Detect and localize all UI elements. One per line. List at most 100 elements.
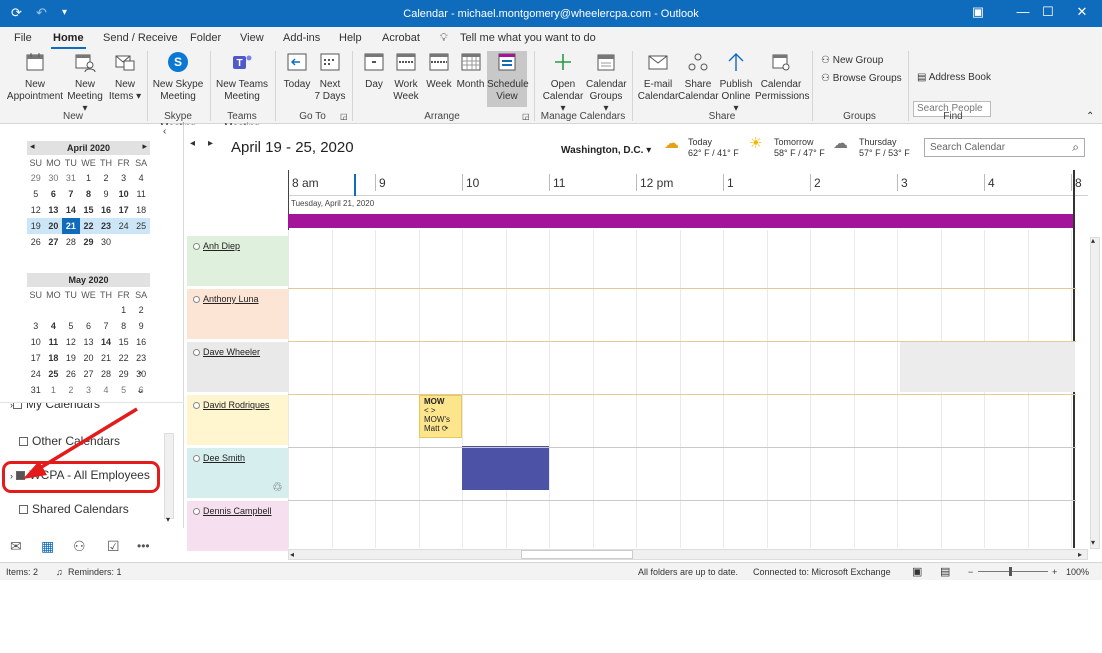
tab-send-receive[interactable]: Send / Receive <box>103 32 178 44</box>
mini-calendar-day[interactable]: 1 <box>80 170 98 186</box>
mini-calendar-day[interactable]: 4 <box>132 170 150 186</box>
mini-calendar-day[interactable]: 27 <box>45 234 63 250</box>
mini-calendar-day[interactable]: 2 <box>97 170 115 186</box>
mini-calendar-day[interactable]: 28 <box>62 234 80 250</box>
collapse-ribbon-icon[interactable]: ⌃ <box>1086 111 1094 122</box>
new-meeting-button[interactable]: New Meeting ▾ <box>66 51 104 115</box>
mini-calendar-day[interactable]: 13 <box>45 202 63 218</box>
scroll-up-icon[interactable]: ▴ <box>1091 236 1095 245</box>
mini-calendar-day[interactable]: 22 <box>79 218 98 234</box>
zoom-slider[interactable] <box>978 571 1048 572</box>
person-row-header[interactable]: Dave Wheeler <box>187 342 288 392</box>
zoom-in-icon[interactable]: + <box>1052 567 1057 577</box>
person-row-header[interactable]: David Rodriques <box>187 395 288 445</box>
mini-calendar-day[interactable]: 7 <box>97 318 115 334</box>
folder-scrollbar[interactable] <box>164 433 174 519</box>
prev-period-icon[interactable]: ◂ <box>190 138 195 149</box>
week-view-button[interactable]: Week <box>424 51 454 91</box>
person-name[interactable]: David Rodriques <box>193 400 270 410</box>
mini-calendar-day[interactable]: 11 <box>45 334 63 350</box>
all-day-event-bar[interactable] <box>288 214 1073 228</box>
mini-calendar-day[interactable]: 3 <box>115 170 133 186</box>
month-view-button[interactable]: Month <box>455 51 486 91</box>
horizontal-scrollbar[interactable] <box>288 549 1088 560</box>
scroll-down-icon[interactable]: ▾ <box>1091 538 1095 547</box>
mini-calendar-day[interactable]: 13 <box>80 334 98 350</box>
mini-calendar-day[interactable]: 21 <box>62 218 80 234</box>
mini-calendar-day[interactable] <box>97 302 115 318</box>
new-items-button[interactable]: New Items ▾ <box>108 51 142 103</box>
mini-calendar-day[interactable]: 6 <box>80 318 98 334</box>
mini-calendar-day[interactable]: 17 <box>27 350 45 366</box>
mini-calendar-day[interactable]: 12 <box>62 334 80 350</box>
person-name[interactable]: Anthony Luna <box>193 294 259 304</box>
mini-calendar-day[interactable]: 3 <box>27 318 45 334</box>
address-book-button[interactable]: ▤ Address Book <box>917 72 991 83</box>
mini-calendar-day[interactable]: 16 <box>97 202 115 218</box>
calendar-permissions-button[interactable]: Calendar Permissions <box>755 51 809 103</box>
horizontal-scroll-thumb[interactable] <box>521 550 633 559</box>
mini-calendar-day[interactable]: 31 <box>62 170 80 186</box>
mini-calendar-day[interactable]: 29 <box>27 170 45 186</box>
mini-calendar-day[interactable] <box>27 302 45 318</box>
person-name[interactable]: Anh Diep <box>193 241 240 251</box>
mini-calendar-day[interactable]: 19 <box>62 350 80 366</box>
mini-calendar-day[interactable]: 20 <box>44 218 63 234</box>
mini-calendar-day[interactable]: 4 <box>97 382 115 398</box>
new-teams-meeting-button[interactable]: T New Teams Meeting <box>214 51 270 103</box>
mini-calendar-day[interactable]: 31 <box>27 382 45 398</box>
mini-calendar-day[interactable]: 1 <box>115 302 133 318</box>
zoom-out-icon[interactable]: − <box>968 567 973 577</box>
browse-groups-button[interactable]: ⚇ Browse Groups <box>821 73 902 84</box>
mini-calendar-day[interactable]: 20 <box>80 350 98 366</box>
ribbon-display-icon[interactable]: ▣ <box>958 4 998 20</box>
mini-calendar-day[interactable]: 2 <box>62 382 80 398</box>
mini-calendar-day[interactable]: 24 <box>27 366 45 382</box>
mini-calendar-day[interactable] <box>115 234 133 250</box>
tab-add-ins[interactable]: Add-ins <box>283 32 320 44</box>
dialog-launcher-icon[interactable]: ◲ <box>340 112 348 121</box>
new-group-button[interactable]: ⚇ New Group <box>821 55 883 66</box>
mini-calendar-day[interactable]: 23 <box>97 218 115 234</box>
prev-month-icon[interactable]: ◂ <box>30 141 35 152</box>
today-button[interactable]: Today <box>281 51 313 91</box>
weather-location[interactable]: Washington, D.C. ▾ <box>561 145 651 156</box>
new-appointment-button[interactable]: New Appointment <box>6 51 64 103</box>
mini-calendar-day[interactable]: 19 <box>27 218 45 234</box>
mini-calendar-day[interactable]: 30 <box>45 170 63 186</box>
mini-calendar-day[interactable]: 23 <box>132 350 150 366</box>
calendar-icon[interactable]: ▦ <box>41 538 54 555</box>
mini-calendar-day[interactable]: 26 <box>27 234 45 250</box>
mini-calendar-day[interactable]: 29 <box>80 234 98 250</box>
group-schedule-icon[interactable]: ♲ <box>272 480 283 494</box>
dialog-launcher-icon[interactable]: ◲ <box>522 112 530 121</box>
person-row-header[interactable]: Anh Diep <box>187 236 288 286</box>
open-calendar-button[interactable]: Open Calendar ▾ <box>540 51 586 115</box>
folder-shared-calendars[interactable]: Shared Calendars <box>19 502 129 516</box>
mini-calendar-day[interactable]: 16 <box>132 334 150 350</box>
mini-calendar-day[interactable]: 4 <box>45 318 63 334</box>
mini-calendar-day[interactable]: 7 <box>62 186 80 202</box>
mini-calendar-day[interactable]: 25 <box>45 366 63 382</box>
collapse-folder-pane-icon[interactable]: ‹ <box>163 126 166 137</box>
tab-home[interactable]: Home <box>51 32 86 49</box>
next-period-icon[interactable]: ▸ <box>208 138 213 149</box>
email-calendar-button[interactable]: E-mail Calendar <box>637 51 679 103</box>
tab-help[interactable]: Help <box>339 32 362 44</box>
mini-calendar-day[interactable]: 11 <box>132 186 150 202</box>
mini-calendar-day[interactable]: 3 <box>80 382 98 398</box>
tab-view[interactable]: View <box>240 32 264 44</box>
reading-view-icon[interactable]: ▤ <box>940 565 950 578</box>
mini-calendar-day[interactable] <box>80 302 98 318</box>
tab-file[interactable]: File <box>14 32 32 44</box>
scroll-left-icon[interactable]: ◂ <box>290 550 294 559</box>
mini-calendar-day[interactable]: 24 <box>114 218 133 234</box>
mini-calendar-day[interactable]: 17 <box>115 202 133 218</box>
person-name[interactable]: Dave Wheeler <box>193 347 260 357</box>
more-icon[interactable]: ••• <box>137 539 150 553</box>
mini-calendar-day[interactable] <box>132 234 150 250</box>
day-view-button[interactable]: Day <box>360 51 388 91</box>
mini-calendar-day[interactable] <box>62 302 80 318</box>
mini-calendar-day[interactable]: 28 <box>97 366 115 382</box>
mini-calendar-day[interactable]: 14 <box>97 334 115 350</box>
